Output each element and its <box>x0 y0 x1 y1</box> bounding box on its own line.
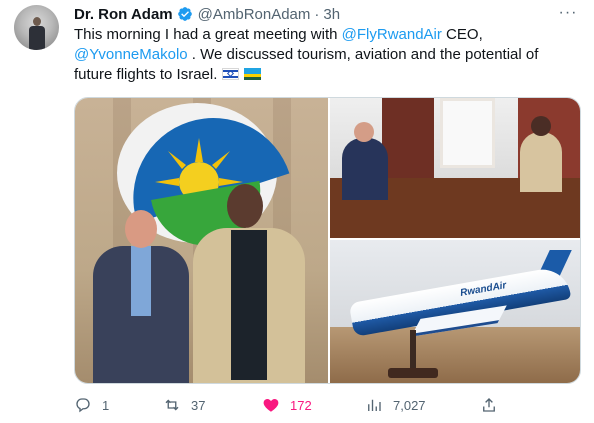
heart-icon <box>263 399 279 412</box>
office-meeting-photo[interactable] <box>330 98 580 238</box>
reply-button[interactable]: 1 <box>74 395 109 415</box>
mention-yvonnemakolo[interactable]: @YvonneMakolo <box>74 46 188 63</box>
tweet-time[interactable]: 3h <box>323 6 340 23</box>
israel-flag-icon <box>221 68 239 80</box>
tweet-text-part-1: This morning I had a great meeting with <box>74 26 342 43</box>
views-count: 7,027 <box>393 397 426 413</box>
mention-flyrwandair[interactable]: @FlyRwandAir <box>342 26 442 43</box>
author-handle[interactable]: @AmbRonAdam <box>198 6 311 23</box>
office-man <box>342 122 388 200</box>
rwanda-flag-icon <box>243 68 261 80</box>
retweet-icon <box>165 399 179 411</box>
woman-in-beige-jacket <box>193 184 305 383</box>
share-icon <box>483 398 495 412</box>
tweet-text-part-2: CEO, <box>441 26 483 43</box>
separator-dot: · <box>314 5 320 23</box>
tweet-header: Dr. Ron Adam @AmbRonAdam · 3h <box>74 4 340 24</box>
rwandair-model-photo[interactable]: RwandAir <box>330 240 580 383</box>
model-base <box>388 368 438 378</box>
verified-icon <box>177 6 193 22</box>
views-icon <box>368 399 381 411</box>
like-button[interactable]: 172 <box>262 395 312 415</box>
model-stand <box>410 330 416 370</box>
reply-icon <box>76 398 90 413</box>
author-name[interactable]: Dr. Ron Adam <box>74 6 173 23</box>
retweet-button[interactable]: 37 <box>163 395 205 415</box>
more-options-button[interactable]: ··· <box>556 4 580 24</box>
retweet-count: 37 <box>191 397 206 413</box>
media-grid: RwandAir <box>74 97 581 384</box>
avatar[interactable] <box>14 5 59 50</box>
man-in-suit <box>93 210 189 383</box>
tweet-actions: 1 37 172 7,027 <box>74 395 574 417</box>
office-woman <box>520 116 562 192</box>
tweet-text: This morning I had a great meeting with … <box>74 25 574 85</box>
views-button[interactable]: 7,027 <box>365 395 426 415</box>
like-count: 172 <box>290 397 312 413</box>
share-button[interactable] <box>480 395 498 415</box>
reply-count: 1 <box>102 397 110 413</box>
rwanda-meeting-photo[interactable] <box>75 98 328 383</box>
avatar-person <box>29 17 45 50</box>
